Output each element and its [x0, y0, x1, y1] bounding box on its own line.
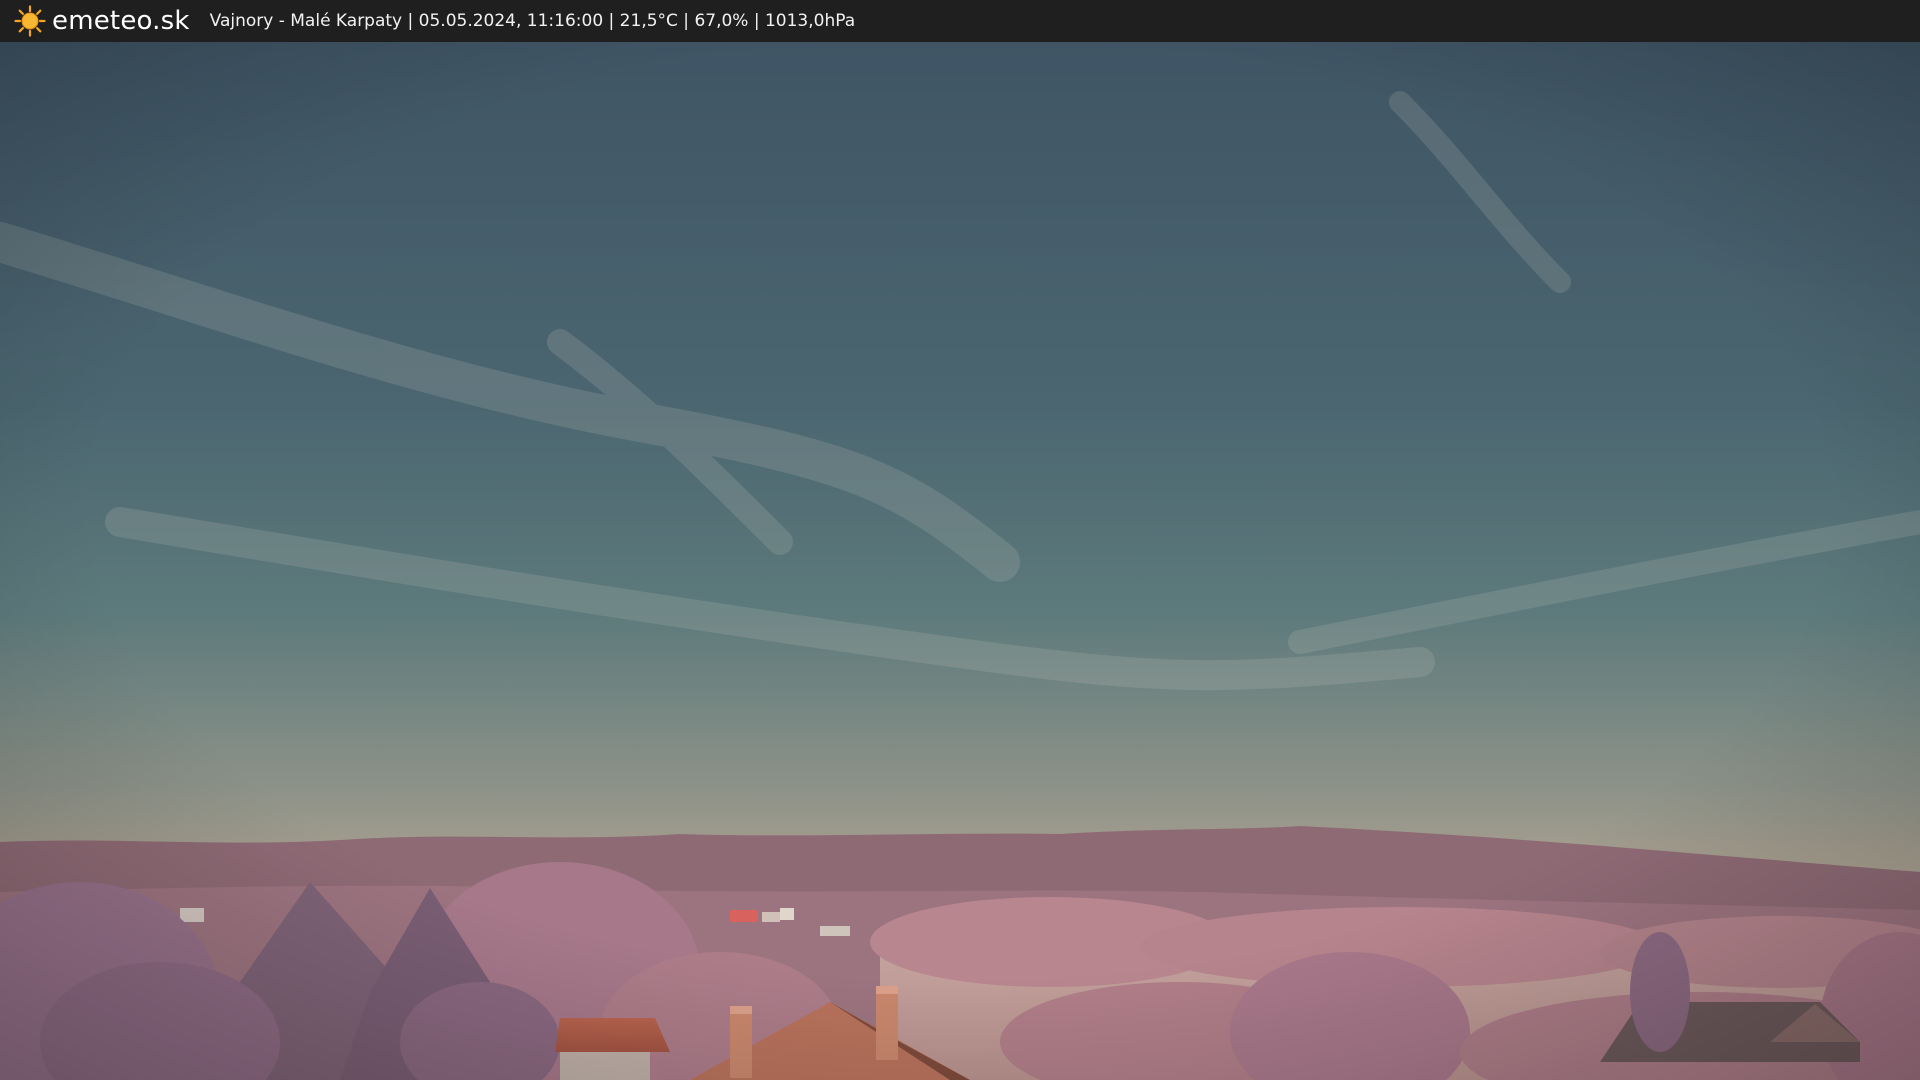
caption-bar: emeteo.sk Vajnory - Malé Karpaty | 05.05… — [0, 0, 1920, 42]
webcam-image — [0, 42, 1920, 1080]
emeteo-logo[interactable]: emeteo.sk — [14, 0, 190, 42]
vignette-overlay — [0, 42, 1920, 1080]
weather-caption: Vajnory - Malé Karpaty | 05.05.2024, 11:… — [209, 11, 856, 31]
brand-name: emeteo.sk — [52, 6, 190, 36]
webcam-frame: emeteo.sk Vajnory - Malé Karpaty | 05.05… — [0, 0, 1920, 1080]
sun-icon — [14, 5, 46, 37]
